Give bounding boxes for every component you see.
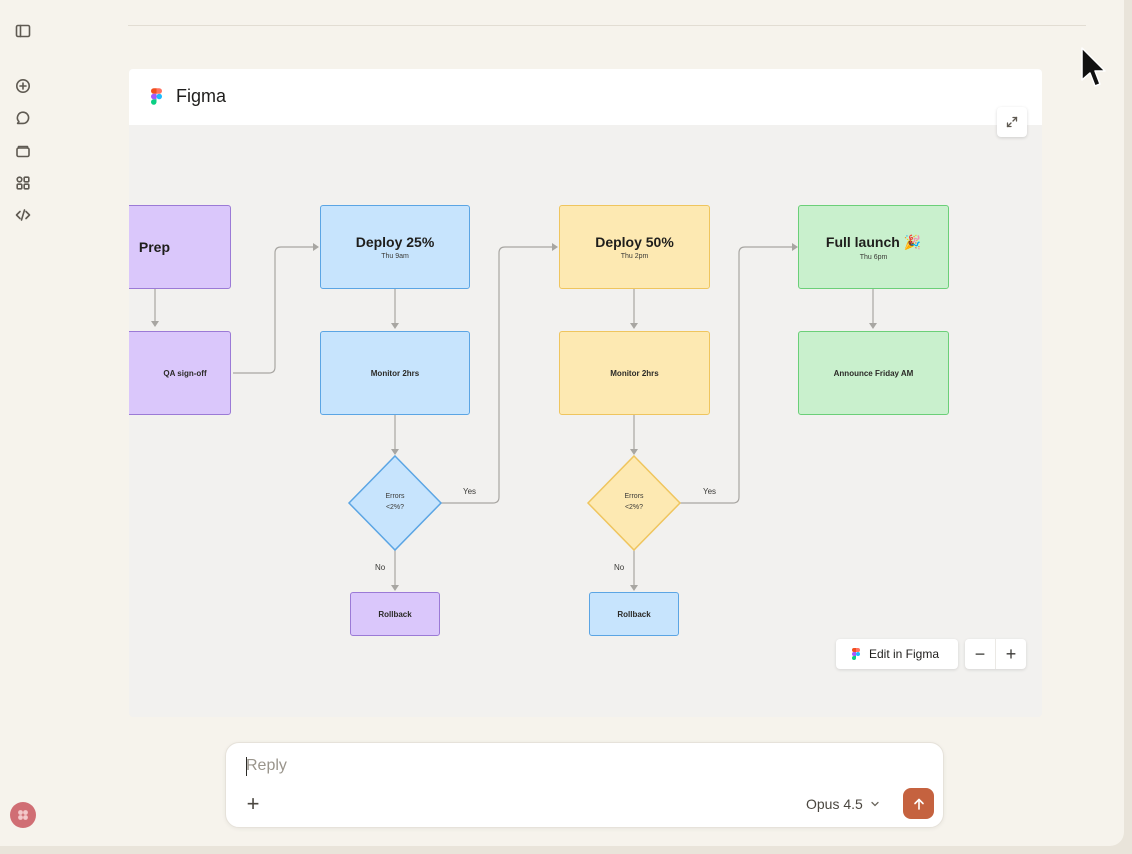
connector-qa-deploy25 [233,246,314,374]
arrowhead [552,243,558,251]
figma-logo-icon [151,88,162,105]
model-name: Opus 4.5 [806,796,863,812]
chevron-down-icon [871,801,879,807]
node-qa-signoff[interactable]: QA sign-off [129,331,231,415]
model-selector[interactable]: Opus 4.5 [806,793,880,815]
edge-label-no-25: No [375,563,386,572]
arrowhead [630,323,638,329]
projects-icon[interactable] [11,139,35,163]
node-monitor-50[interactable]: Monitor 2hrs [559,331,710,415]
node-announce[interactable]: Announce Friday AM [798,331,949,415]
figma-logo-icon [852,648,860,660]
node-monitor-25[interactable]: Monitor 2hrs [320,331,470,415]
app-window: Figma Prep QA sign-off Deploy 25% Thu 9a… [0,0,1124,846]
arrowhead [391,323,399,329]
arrowhead [630,585,638,591]
reply-composer: + Opus 4.5 [225,742,944,828]
edit-in-figma-label: Edit in Figma [869,647,940,661]
node-deploy-50[interactable]: Deploy 50% Thu 2pm [559,205,710,289]
node-full-launch[interactable]: Full launch 🎉 Thu 6pm [798,205,949,289]
artifacts-icon[interactable] [11,171,35,195]
user-avatar[interactable] [10,802,36,828]
zoom-out-button[interactable]: − [965,639,995,669]
zoom-controls: − + [965,639,1026,669]
edge-label-no-50: No [614,563,625,572]
arrowhead [869,323,877,329]
text-caret [246,757,247,776]
header-divider [128,25,1086,26]
arrowhead [313,243,319,251]
send-button[interactable] [903,788,934,819]
chats-icon[interactable] [11,106,35,130]
arrowhead [391,585,399,591]
code-icon[interactable] [11,203,35,227]
artifact-header: Figma [129,69,1042,125]
zoom-in-button[interactable]: + [996,639,1026,669]
sidebar-toggle-icon[interactable] [11,19,35,43]
decision-text-25: Errors <2%? [385,493,405,511]
arrowhead [630,449,638,455]
figma-canvas[interactable]: Prep QA sign-off Deploy 25% Thu 9am Moni… [129,125,1042,717]
expand-icon[interactable] [997,107,1027,137]
figma-artifact-panel: Figma Prep QA sign-off Deploy 25% Thu 9a… [129,69,1042,717]
mouse-cursor-icon [1081,47,1106,87]
edge-label-yes-50: Yes [703,487,717,496]
node-rollback-50[interactable]: Rollback [589,592,679,636]
node-deploy-25[interactable]: Deploy 25% Thu 9am [320,205,470,289]
sidebar [0,0,46,846]
new-chat-icon[interactable] [11,74,35,98]
arrow-up-icon [913,798,924,810]
edit-in-figma-button[interactable]: Edit in Figma [836,639,958,669]
artifact-title: Figma [176,86,227,106]
decision-text-50: Errors <2%? [624,493,644,511]
reply-input[interactable] [246,755,846,777]
add-attachment-button[interactable]: + [240,791,266,817]
arrowhead [151,321,159,327]
edge-label-yes-25: Yes [463,487,477,496]
arrowhead [391,449,399,455]
node-prep[interactable]: Prep [129,205,231,289]
node-rollback-25[interactable]: Rollback [350,592,440,636]
